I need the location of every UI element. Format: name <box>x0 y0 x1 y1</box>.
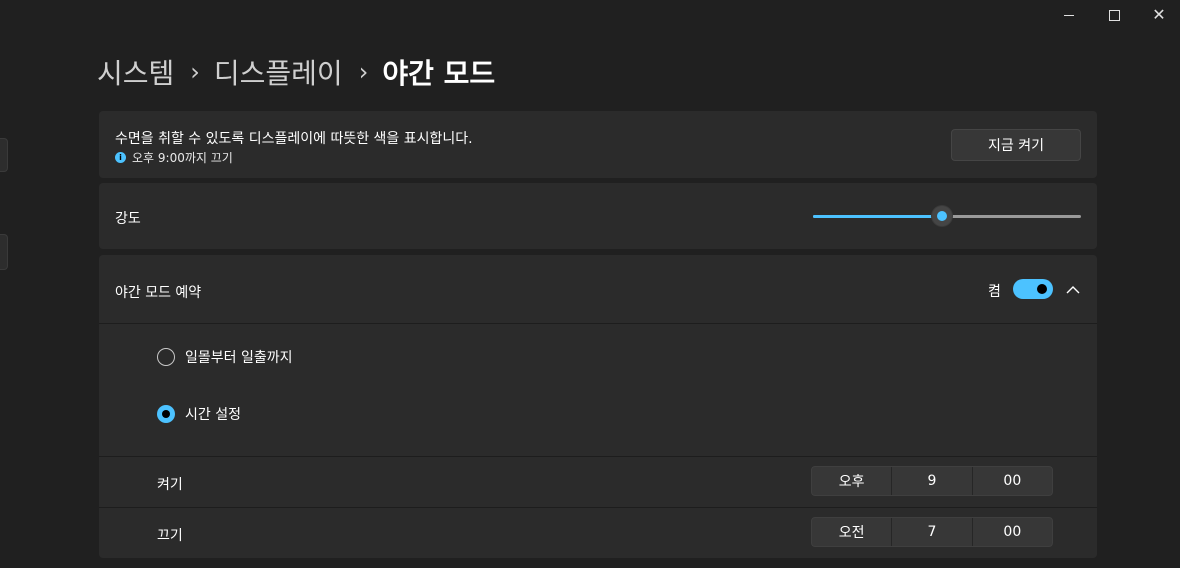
strength-label: 강도 <box>115 211 141 227</box>
turn-on-time-picker[interactable]: 오후 9 00 <box>811 466 1053 496</box>
option-label: 일몰부터 일출까지 <box>185 350 293 366</box>
minimize-icon <box>1064 14 1074 16</box>
maximize-button[interactable] <box>1091 0 1137 30</box>
option-sunset-to-sunrise[interactable]: 일몰부터 일출까지 <box>157 346 293 368</box>
schedule-toggle[interactable] <box>1013 279 1053 299</box>
radio-button-selected[interactable] <box>157 405 175 423</box>
schedule-toggle-state: 켬 <box>988 284 1001 300</box>
turn-on-minute[interactable]: 00 <box>971 467 1052 495</box>
turn-off-period[interactable]: 오전 <box>812 518 891 546</box>
breadcrumb: 시스템 › 디스플레이 › 야간 모드 <box>97 52 495 92</box>
slider-fill <box>813 215 942 218</box>
turn-on-hour[interactable]: 9 <box>891 467 971 495</box>
breadcrumb-item-display[interactable]: 디스플레이 <box>214 52 343 92</box>
option-set-hours[interactable]: 시간 설정 <box>157 403 241 425</box>
maximize-icon <box>1108 9 1120 21</box>
night-light-card: 수면을 취할 수 있도록 디스플레이에 따뜻한 색을 표시합니다. i 오후 9… <box>99 111 1097 178</box>
info-icon: i <box>115 152 126 163</box>
nav-item-partial[interactable] <box>0 234 8 270</box>
turn-on-now-button[interactable]: 지금 켜기 <box>951 129 1081 161</box>
close-icon: ✕ <box>1152 5 1166 24</box>
toggle-knob <box>1037 284 1047 294</box>
radio-button[interactable] <box>157 348 175 366</box>
turn-on-period[interactable]: 오후 <box>812 467 891 495</box>
turn-off-hour[interactable]: 7 <box>891 518 971 546</box>
night-light-status-text: 오후 9:00까지 끄기 <box>132 151 233 165</box>
turn-on-label: 켜기 <box>157 477 183 493</box>
breadcrumb-separator-icon: › <box>190 58 200 86</box>
turn-on-time-row: 켜기 오후 9 00 <box>99 456 1097 507</box>
page-title: 야간 모드 <box>382 57 496 90</box>
nav-item-partial[interactable] <box>0 138 8 172</box>
strength-slider[interactable] <box>813 205 1081 227</box>
turn-off-label: 끄기 <box>157 528 183 544</box>
night-light-description: 수면을 취할 수 있도록 디스플레이에 따뜻한 색을 표시합니다. <box>115 131 473 147</box>
schedule-header[interactable]: 야간 모드 예약 켬 <box>99 255 1097 324</box>
schedule-label: 야간 모드 예약 <box>115 285 202 301</box>
breadcrumb-item-system[interactable]: 시스템 <box>97 52 174 92</box>
option-label: 시간 설정 <box>185 407 241 423</box>
chevron-up-icon[interactable] <box>1061 277 1085 301</box>
turn-off-minute[interactable]: 00 <box>971 518 1052 546</box>
strength-card: 강도 <box>99 183 1097 249</box>
slider-thumb-center <box>936 211 947 221</box>
breadcrumb-separator-icon: › <box>358 58 369 86</box>
turn-off-time-row: 끄기 오전 7 00 <box>99 507 1097 558</box>
turn-off-time-picker[interactable]: 오전 7 00 <box>811 517 1053 547</box>
night-light-status: i 오후 9:00까지 끄기 <box>115 149 233 166</box>
minimize-button[interactable] <box>1046 0 1092 30</box>
slider-thumb[interactable] <box>931 206 952 226</box>
schedule-card: 야간 모드 예약 켬 일몰부터 일출까지 시간 설정 켜기 오후 9 00 끄기… <box>99 255 1097 558</box>
close-button[interactable]: ✕ <box>1136 0 1180 30</box>
